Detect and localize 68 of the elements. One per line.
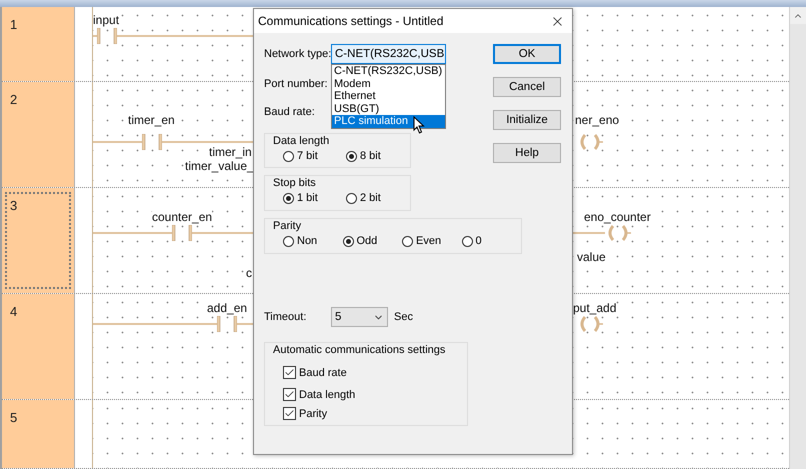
option-label: 0 bbox=[476, 235, 482, 247]
radio-button[interactable] bbox=[346, 192, 357, 204]
variable-label: timer_value_ bbox=[185, 159, 254, 173]
ladder-wire bbox=[93, 141, 142, 143]
dialog-button[interactable]: OK bbox=[493, 44, 561, 64]
rung-number: 2 bbox=[10, 92, 18, 107]
variable-label: value bbox=[577, 250, 606, 264]
ladder-wire bbox=[237, 323, 253, 325]
unit-label: Sec bbox=[394, 311, 413, 323]
variable-label: eno_counter bbox=[584, 210, 651, 224]
checkbox-label: Data length bbox=[299, 388, 356, 400]
rung-number: 3 bbox=[10, 198, 18, 213]
checkbox-label: Parity bbox=[299, 408, 328, 420]
group-legend: Stop bits bbox=[273, 177, 410, 190]
rung-number: 4 bbox=[10, 304, 18, 319]
variable-label: add_en bbox=[207, 301, 248, 315]
dialog-button[interactable]: Cancel bbox=[493, 77, 561, 97]
option-label: Odd bbox=[356, 235, 378, 247]
field-label: Network type: bbox=[264, 48, 331, 60]
variable-label: timer_en bbox=[128, 113, 175, 127]
radio-button[interactable] bbox=[283, 192, 294, 204]
group-legend: Data length bbox=[273, 135, 410, 148]
radio-button[interactable] bbox=[462, 236, 472, 246]
option-label: Non bbox=[297, 235, 318, 247]
rung-number: 1 bbox=[10, 17, 18, 32]
rung-number-cell[interactable]: 5 bbox=[2, 400, 75, 468]
option-label: 8 bit bbox=[360, 150, 381, 162]
contact-symbol bbox=[97, 28, 117, 44]
group-legend: Automatic communications settings bbox=[273, 344, 467, 357]
dialog-button[interactable]: Initialize bbox=[493, 110, 561, 130]
dialog-button[interactable]: Help bbox=[493, 143, 561, 163]
option-label: 7 bit bbox=[297, 150, 318, 162]
contact-symbol bbox=[217, 316, 237, 332]
ladder-wire bbox=[192, 232, 253, 234]
ladder-wire bbox=[93, 35, 97, 37]
network-type-dropdown[interactable]: C-NET(RS232C,USB bbox=[331, 44, 446, 64]
contact-symbol bbox=[142, 134, 162, 150]
radio-button[interactable] bbox=[402, 236, 413, 246]
scrollbar[interactable] bbox=[789, 7, 806, 469]
option-label: 1 bit bbox=[297, 192, 318, 204]
rung-number-cell[interactable]: 1 bbox=[2, 7, 75, 81]
field-label: Port number: bbox=[264, 78, 329, 90]
checkbox[interactable] bbox=[283, 388, 296, 401]
rung-number-cell[interactable]: 4 bbox=[2, 294, 75, 399]
variable-label: counter_en bbox=[152, 210, 212, 224]
variable-label: timer_in bbox=[209, 145, 252, 159]
rung-number-cell[interactable]: 3 bbox=[2, 188, 75, 293]
radio-button[interactable] bbox=[346, 150, 357, 162]
radio-button[interactable] bbox=[283, 150, 294, 162]
checkbox-label: Baud rate bbox=[299, 366, 347, 378]
field-label: Baud rate: bbox=[264, 106, 316, 118]
option-label: Even bbox=[416, 235, 442, 247]
variable-label: input bbox=[93, 13, 120, 27]
checkbox[interactable] bbox=[283, 366, 296, 379]
option-label: 2 bit bbox=[360, 192, 381, 204]
field-label: Timeout: bbox=[264, 311, 308, 323]
variable-label: put_add bbox=[573, 301, 616, 315]
group-legend: Parity bbox=[273, 220, 521, 233]
rung-number-cell[interactable]: 2 bbox=[2, 82, 75, 187]
window-title: Communications settings - Untitled bbox=[258, 14, 444, 28]
dropdown-option[interactable]: PLC simulation bbox=[332, 115, 445, 128]
timeout-dropdown[interactable]: 5 bbox=[331, 307, 388, 327]
rung-number: 5 bbox=[10, 410, 18, 425]
radio-button[interactable] bbox=[342, 236, 354, 246]
contact-symbol bbox=[172, 225, 192, 241]
ladder-wire bbox=[573, 232, 605, 234]
checkbox[interactable] bbox=[283, 407, 296, 420]
radio-button[interactable] bbox=[283, 236, 294, 246]
